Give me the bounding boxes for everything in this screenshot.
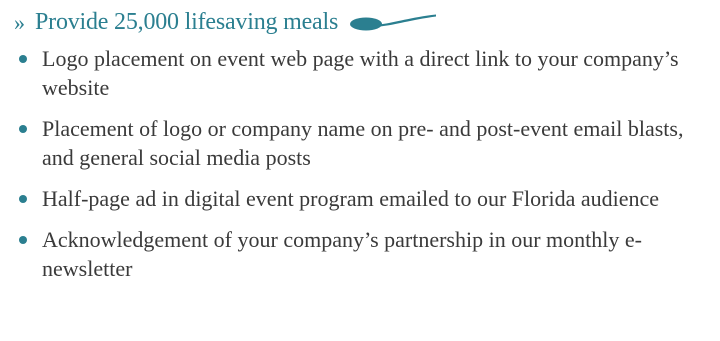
- list-item: Half-page ad in digital event program em…: [18, 184, 713, 213]
- bullet-dot: [19, 236, 27, 244]
- list-item: Logo placement on event web page with a …: [18, 44, 713, 102]
- list-item: Placement of logo or company name on pre…: [18, 114, 713, 172]
- benefit-heading: » Provide 25,000 lifesaving meals: [14, 6, 438, 38]
- list-item-text: Acknowledgement of your company’s partne…: [42, 227, 642, 281]
- bullet-dot: [19, 125, 27, 133]
- bullet-dot: [19, 55, 27, 63]
- list-item: Acknowledgement of your company’s partne…: [18, 225, 713, 283]
- double-chevron-right-icon: »: [14, 10, 25, 35]
- heading-title: Provide 25,000 lifesaving meals: [35, 8, 339, 35]
- list-item-text: Placement of logo or company name on pre…: [42, 116, 684, 170]
- bullet-dot: [19, 195, 27, 203]
- sponsorship-benefits-section: » Provide 25,000 lifesaving meals Logo p…: [0, 0, 720, 341]
- list-item-text: Logo placement on event web page with a …: [42, 46, 679, 100]
- list-item-text: Half-page ad in digital event program em…: [42, 186, 659, 211]
- benefit-list: Logo placement on event web page with a …: [18, 44, 713, 295]
- spoon-icon: [348, 12, 438, 39]
